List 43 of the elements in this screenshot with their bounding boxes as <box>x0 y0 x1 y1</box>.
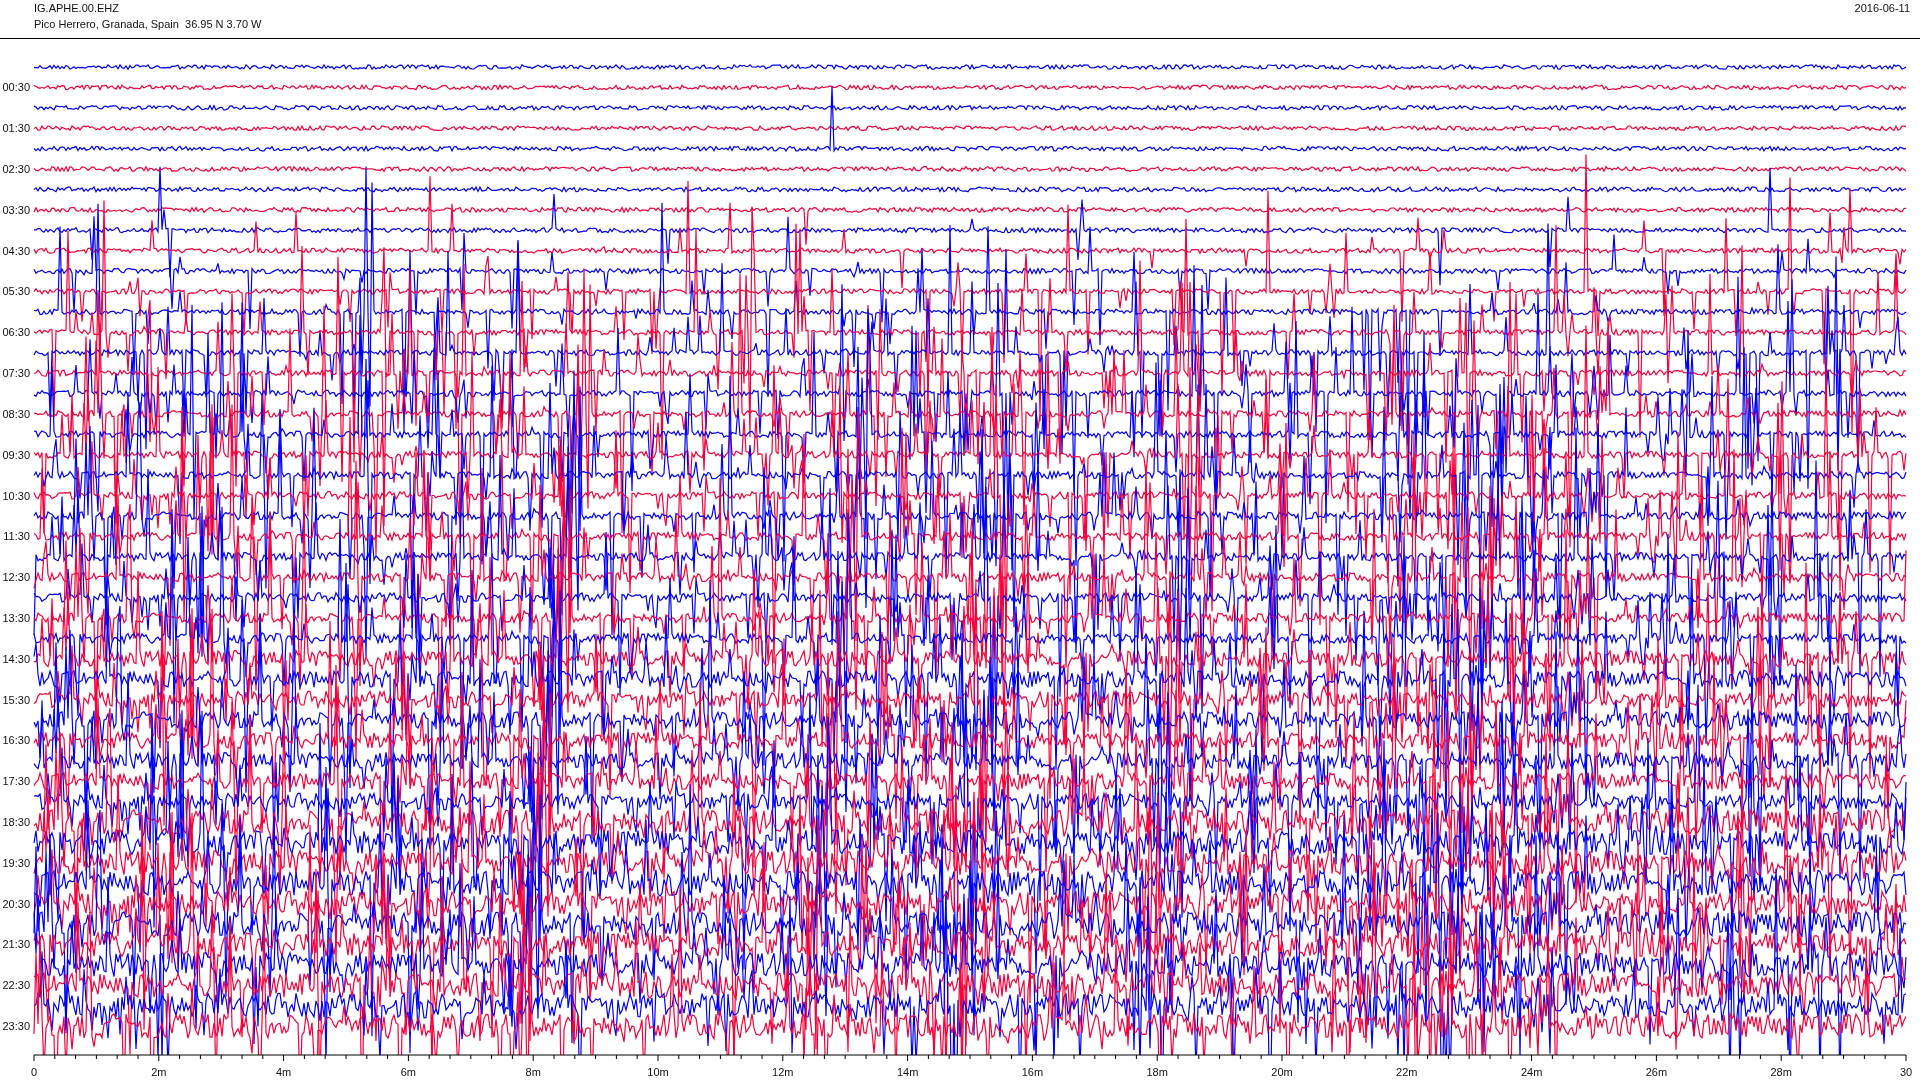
station-location: Pico Herrero, Granada, Spain 36.95 N 3.70 W <box>34 18 262 31</box>
time-label: 21:30 <box>2 938 30 951</box>
time-label: 03:30 <box>2 203 30 216</box>
axis-tick-label: 18m <box>1146 1066 1168 1078</box>
time-label: 15:30 <box>2 693 30 706</box>
time-label: 08:30 <box>2 407 30 420</box>
axis-tick-label: 22m <box>1396 1066 1418 1078</box>
time-label: 09:30 <box>2 448 30 461</box>
time-label: 11:30 <box>3 530 30 543</box>
time-label: 05:30 <box>2 285 30 298</box>
date-label: 2016-06-11 <box>1854 2 1910 16</box>
time-label: 10:30 <box>2 489 30 502</box>
axis-tick-label: 28m <box>1770 1066 1792 1078</box>
time-label: 02:30 <box>2 163 30 175</box>
station-code: IG.APHE.00.EHZ <box>34 2 120 15</box>
time-label: 01:30 <box>2 122 30 135</box>
axis-tick-label: 0 <box>30 1066 38 1078</box>
time-label: 18:30 <box>2 816 30 828</box>
axis-tick-label: 20m <box>1271 1066 1293 1078</box>
axis-tick-label: 8m <box>525 1066 541 1078</box>
time-label: 06:30 <box>2 326 30 339</box>
time-label: 22:30 <box>2 979 30 992</box>
time-label: 23:30 <box>2 1020 30 1032</box>
time-label: 20:30 <box>2 897 30 910</box>
axis-tick-label: 24m <box>1520 1066 1543 1078</box>
axis-tick-label: 14m <box>896 1066 919 1078</box>
time-label: 13:30 <box>2 611 30 624</box>
time-label: 07:30 <box>2 367 30 380</box>
axis-tick-label: 12m <box>772 1066 794 1078</box>
time-label: 00:30 <box>2 81 30 94</box>
time-label: 19:30 <box>2 856 30 869</box>
time-label: 14:30 <box>2 652 30 665</box>
axis-tick-label: 6m <box>400 1066 417 1078</box>
time-label: 12:30 <box>2 571 30 584</box>
time-label: 17:30 <box>2 775 30 788</box>
axis-tick-label: 30 <box>1899 1066 1913 1078</box>
time-label: 04:30 <box>2 244 30 257</box>
axis-tick-label: 10m <box>647 1066 669 1078</box>
axis-tick-label: 2m <box>151 1066 167 1078</box>
axis-tick-label: 4m <box>275 1066 292 1078</box>
axis-tick-label: 26m <box>1645 1066 1668 1078</box>
axis-tick-label: 16m <box>1021 1066 1044 1078</box>
time-label: 16:30 <box>2 734 30 747</box>
